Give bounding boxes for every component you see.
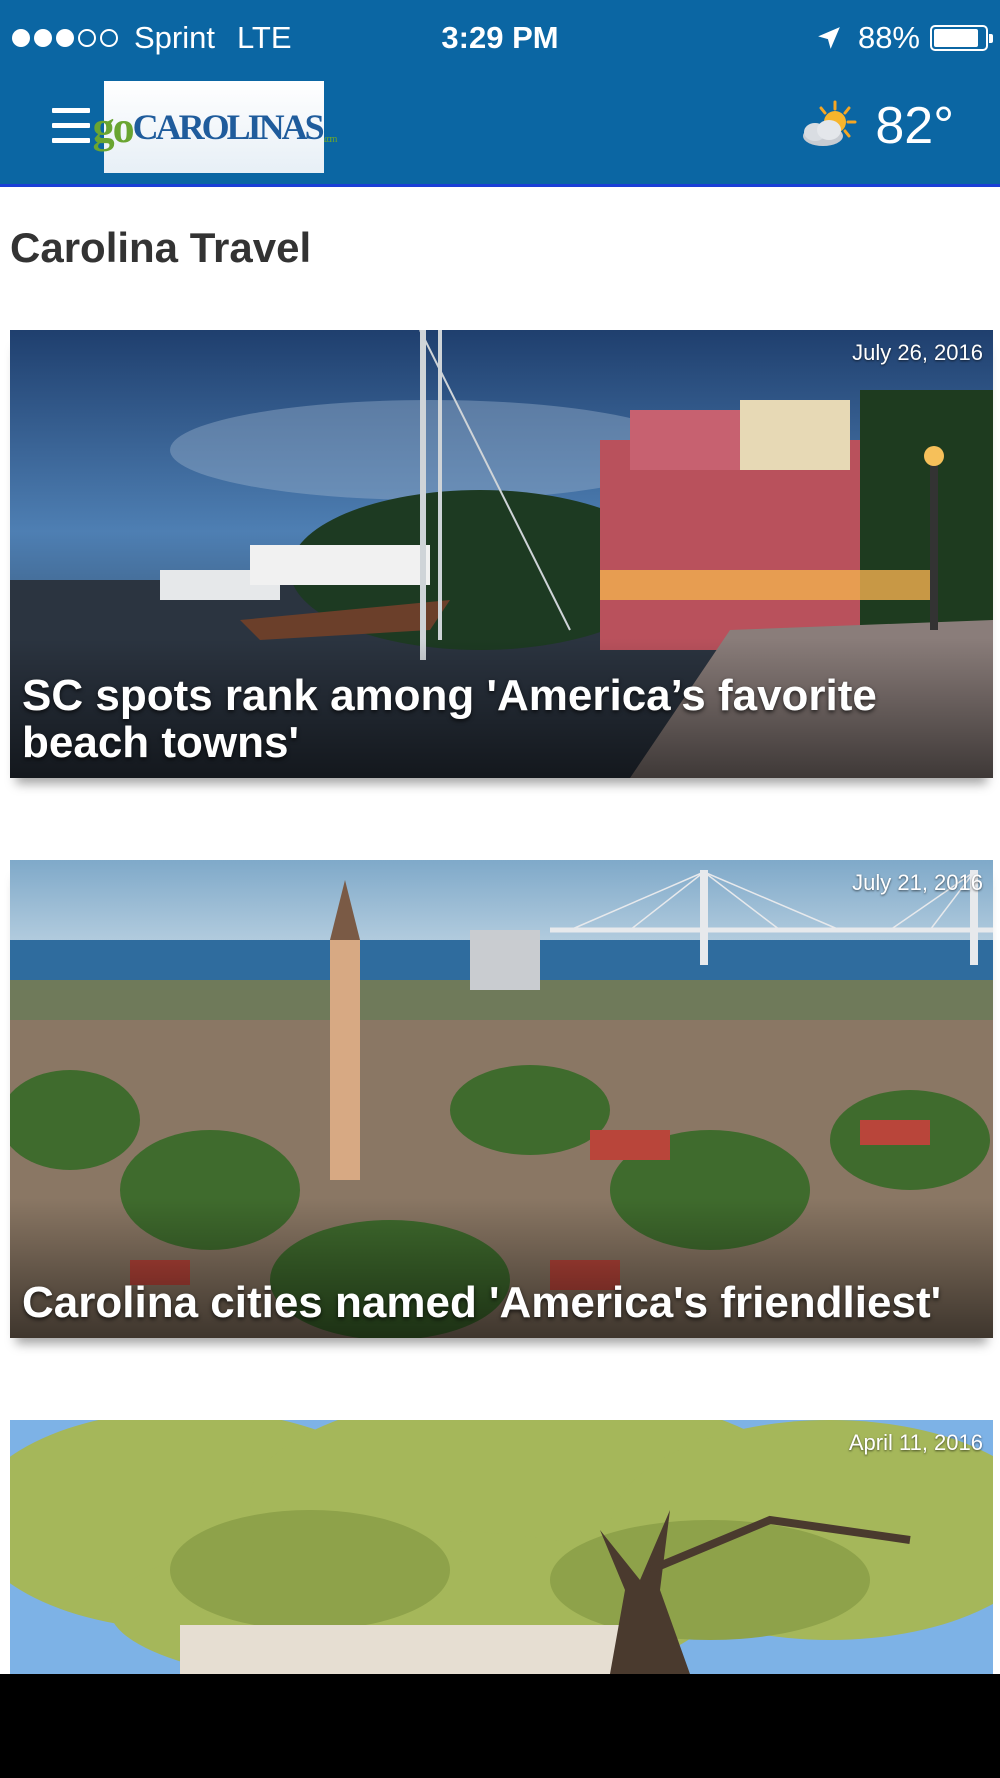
partly-cloudy-sun-icon — [803, 100, 857, 146]
battery-level — [934, 29, 978, 47]
article-date: July 26, 2016 — [852, 340, 983, 365]
article-image — [10, 1420, 993, 1674]
article-title[interactable]: Carolina cities named 'America's friendl… — [22, 1279, 981, 1326]
logo-go: go — [92, 102, 135, 152]
signal-strength-icon — [12, 29, 122, 47]
status-right: 88% — [816, 20, 993, 56]
section-title: Carolina Travel — [10, 224, 312, 271]
carrier-name: Sprint — [134, 20, 215, 55]
weather-temperature: 82° — [875, 97, 954, 155]
battery-percent: 88% — [857, 20, 920, 55]
article-card[interactable]: July 21, 2016 Carolina cities named 'Ame… — [10, 860, 993, 1338]
app-header: go CAROLINAS .com 82° — [0, 80, 1000, 187]
gocarolinas-logo[interactable]: go CAROLINAS .com — [93, 81, 337, 173]
logo-suffix: .com — [323, 134, 338, 145]
article-title[interactable]: SC spots rank among 'America’s favorite … — [22, 672, 981, 766]
location-arrow-icon — [818, 27, 840, 49]
weather-widget[interactable]: 82° — [797, 96, 954, 156]
article-date: April 11, 2016 — [848, 1430, 983, 1455]
bottom-bar — [0, 1674, 1000, 1778]
article-card[interactable]: April 11, 2016 — [10, 1420, 993, 1674]
article-card[interactable]: July 26, 2016 SC spots rank among 'Ameri… — [10, 330, 993, 778]
status-bar: Sprint LTE 3:29 PM 88% — [0, 0, 1000, 80]
article-date: July 21, 2016 — [852, 870, 983, 895]
network-type: LTE — [236, 20, 292, 55]
battery-icon — [930, 25, 993, 51]
status-left: Sprint LTE — [12, 20, 292, 56]
logo-carolinas: CAROLINAS — [132, 107, 325, 147]
hamburger-menu-icon[interactable] — [52, 106, 90, 146]
